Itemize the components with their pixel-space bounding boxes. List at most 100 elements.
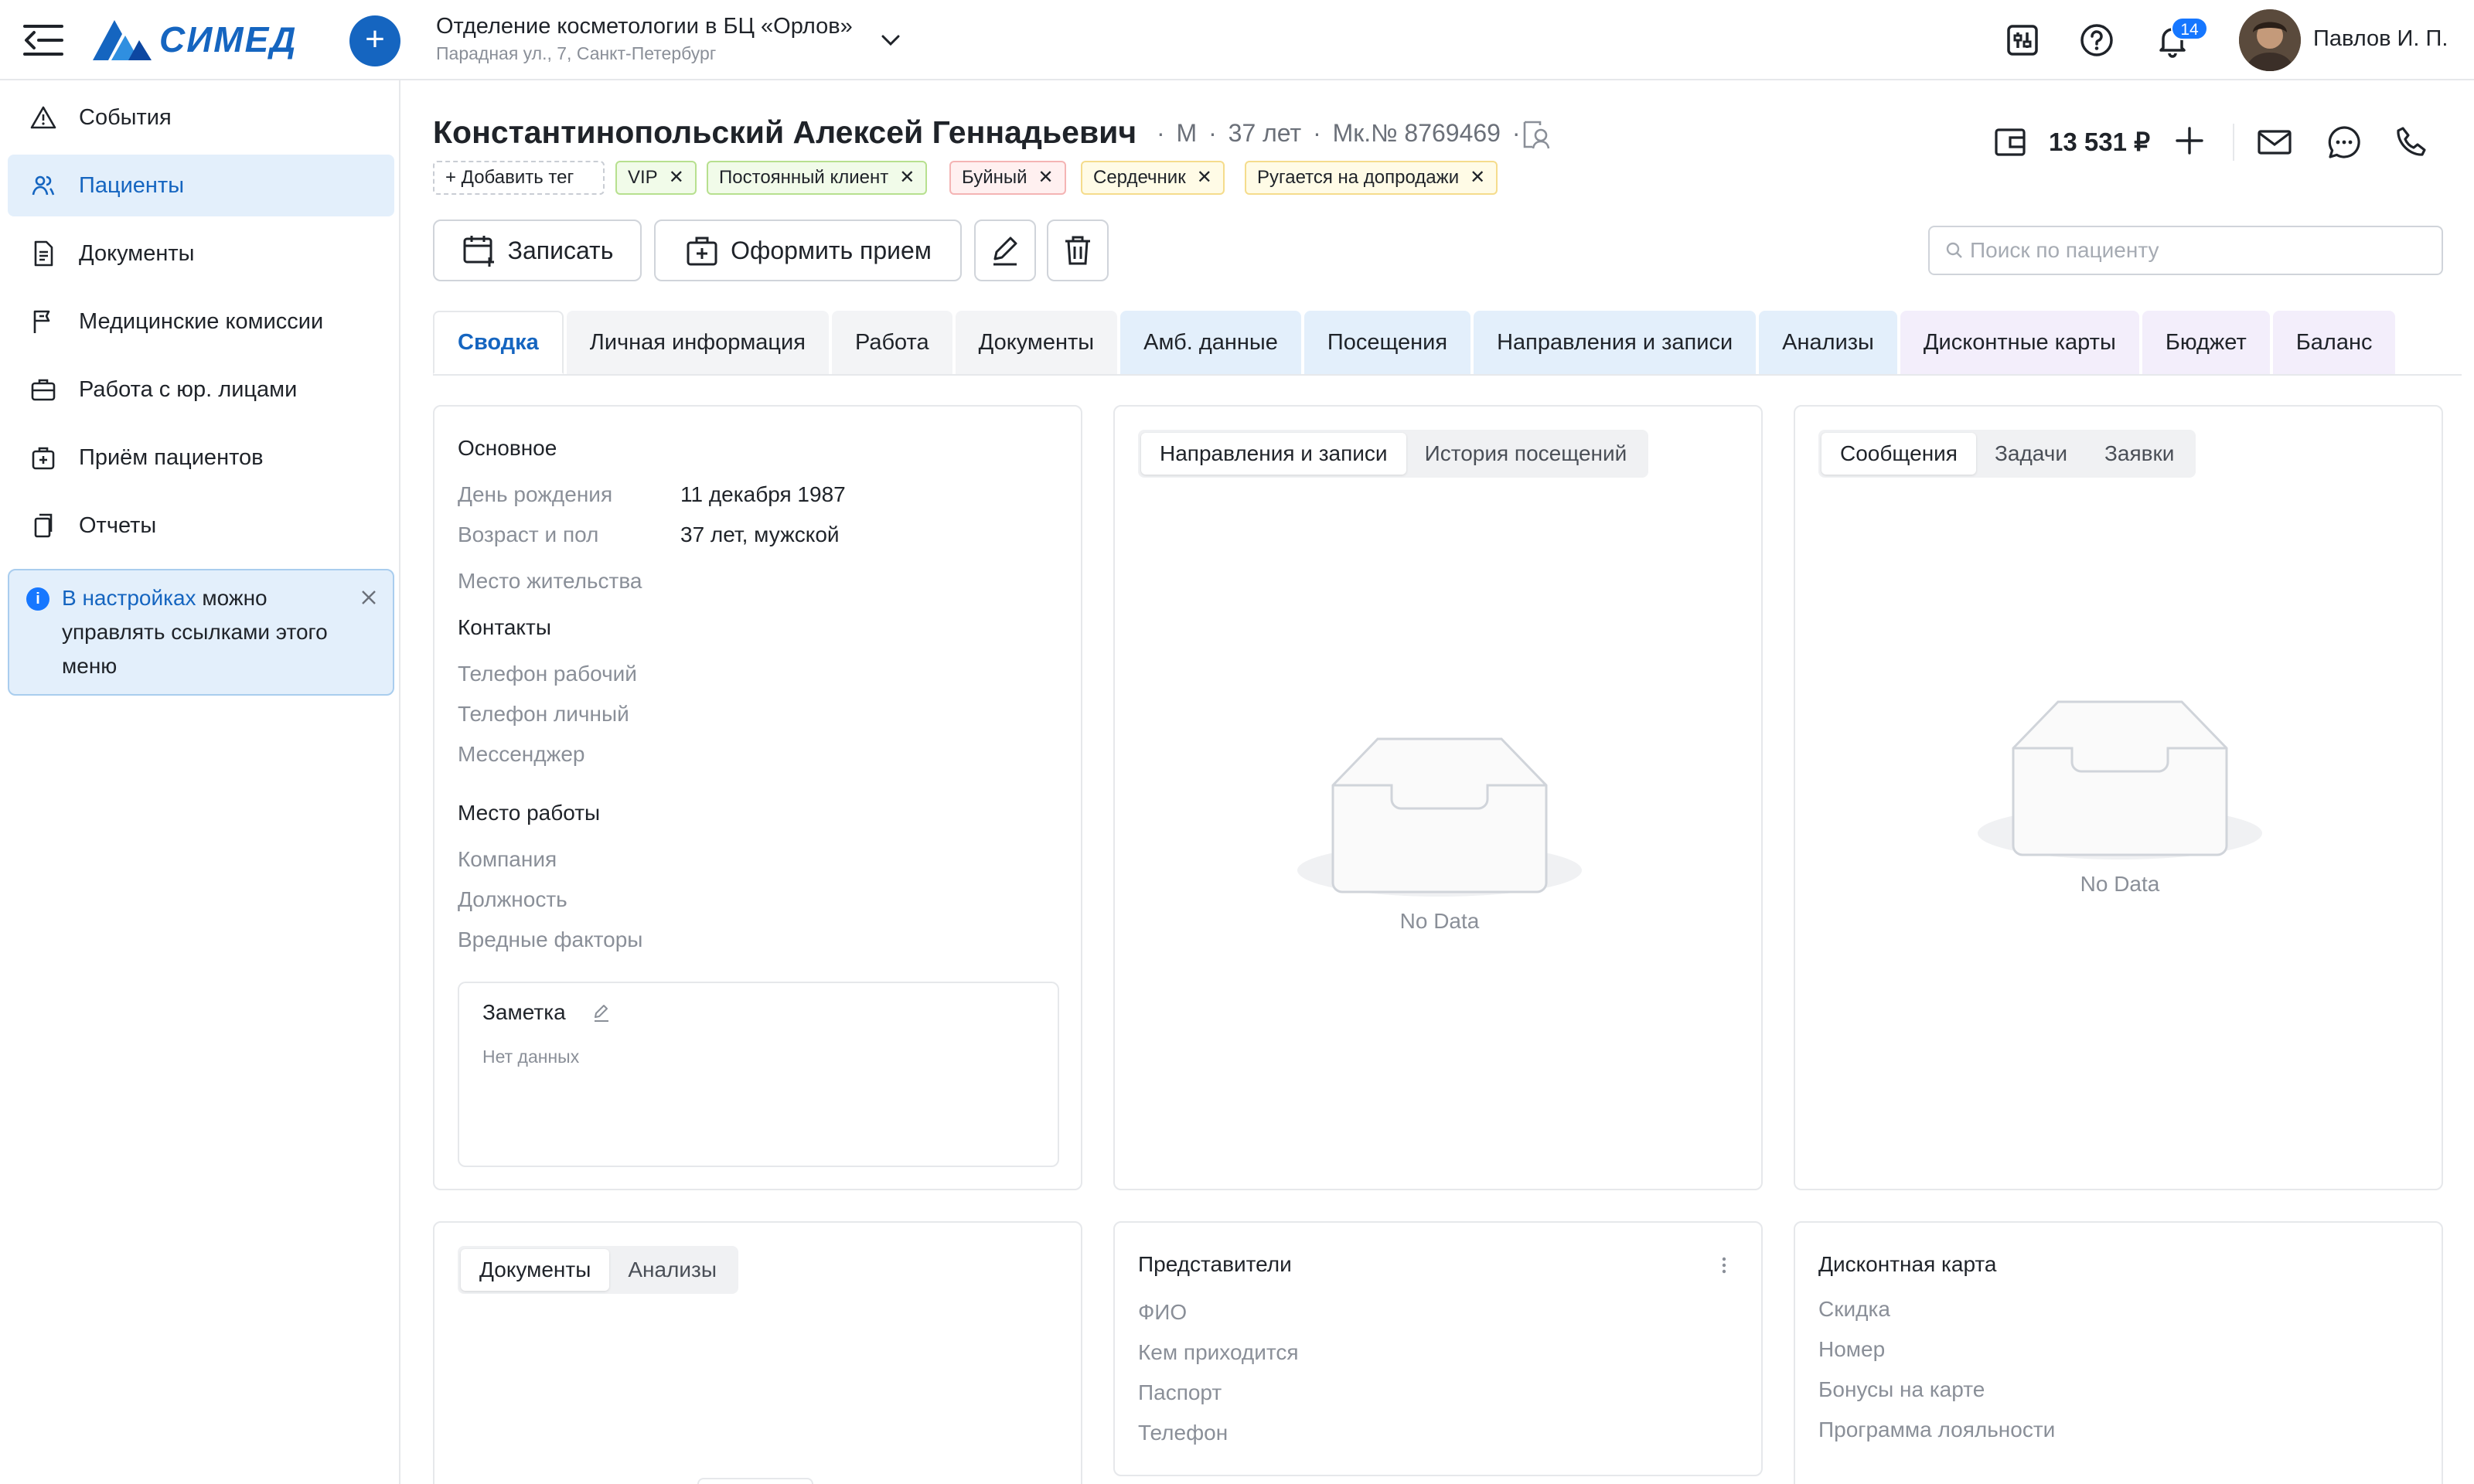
- close-icon[interactable]: ✕: [1197, 167, 1212, 188]
- reception-button[interactable]: Оформить прием: [654, 220, 962, 281]
- seg-referrals[interactable]: Направления и записи: [1141, 433, 1406, 475]
- seg-visit-history[interactable]: История посещений: [1406, 433, 1646, 475]
- personal-phone-label: Телефон личный: [458, 702, 629, 726]
- record-button[interactable]: Записать: [433, 220, 642, 281]
- close-icon[interactable]: ✕: [899, 167, 915, 188]
- tab-work[interactable]: Работа: [831, 311, 952, 374]
- discount-label: Скидка: [1818, 1297, 1890, 1321]
- tab-personal-info[interactable]: Личная информация: [566, 311, 829, 374]
- discount-title: Дисконтная карта: [1818, 1252, 1997, 1276]
- avatar[interactable]: [2239, 9, 2301, 71]
- add-tag-button[interactable]: + Добавить тег: [433, 161, 605, 195]
- section-work: Место работы: [458, 801, 601, 825]
- person-search-icon[interactable]: [1520, 117, 1554, 151]
- mail-icon[interactable]: [2256, 124, 2293, 161]
- sidebar-item-label: Медицинские комиссии: [79, 308, 324, 334]
- rep-passport-label: Паспорт: [1138, 1380, 1222, 1404]
- sliders-icon[interactable]: [2004, 22, 2041, 59]
- tab-budget[interactable]: Бюджет: [2142, 311, 2270, 374]
- logo[interactable]: СИМЕД: [91, 17, 323, 62]
- medical-bag-icon: [32, 447, 55, 470]
- empty-state: No Data: [1293, 723, 1586, 934]
- sidebar-item-label: Отчеты: [79, 512, 157, 538]
- patient-balance: 13 531 ₽: [2049, 128, 2151, 156]
- sidebar-item-reports[interactable]: Отчеты: [8, 495, 394, 556]
- search-input[interactable]: [1970, 238, 2434, 263]
- wallet-icon: [1992, 124, 2029, 161]
- seg-tasks[interactable]: Задачи: [1976, 433, 2086, 475]
- no-data-text: No Data: [1399, 909, 1480, 933]
- messenger-label: Мессенджер: [458, 742, 585, 766]
- menu-collapse-icon[interactable]: [23, 23, 63, 57]
- rep-relation-label: Кем приходится: [1138, 1340, 1299, 1364]
- tag-regular-client: Постоянный клиент ✕: [707, 161, 928, 195]
- delete-button[interactable]: [1047, 220, 1109, 281]
- plus-icon[interactable]: [2171, 122, 2208, 159]
- seg-messages[interactable]: Сообщения: [1821, 433, 1976, 475]
- sidebar-item-label: Документы: [79, 240, 195, 266]
- card-number-label: Номер: [1818, 1337, 1886, 1361]
- tab-balance[interactable]: Баланс: [2272, 311, 2396, 374]
- tab-outpatient-data[interactable]: Амб. данные: [1120, 311, 1301, 374]
- chevron-down-icon[interactable]: [878, 28, 903, 53]
- sidebar-item-reception[interactable]: Приём пациентов: [8, 427, 394, 488]
- patient-age: 37 лет: [1228, 119, 1302, 147]
- sidebar-item-patients[interactable]: Пациенты: [8, 155, 394, 216]
- user-name[interactable]: Павлов И. П.: [2313, 26, 2448, 52]
- sidebar-item-label: События: [79, 104, 172, 130]
- birthday-value: 11 декабря 1987: [680, 482, 846, 506]
- clinic-name[interactable]: Отделение косметологии в БЦ «Орлов»: [436, 14, 853, 39]
- phone-icon[interactable]: [2392, 124, 2429, 161]
- patient-search[interactable]: [1928, 226, 2443, 275]
- close-icon[interactable]: [357, 586, 380, 609]
- quick-add-button[interactable]: +: [349, 15, 400, 66]
- tag-violent: Буйный ✕: [949, 161, 1066, 195]
- sidebar-item-events[interactable]: События: [8, 87, 394, 148]
- tag-upsell: Ругается на допродажи ✕: [1245, 161, 1498, 195]
- empty-state: No Data: [1973, 686, 2267, 897]
- tab-analyses[interactable]: Анализы: [1759, 311, 1897, 374]
- sidebar-item-commissions[interactable]: Медицинские комиссии: [8, 291, 394, 352]
- patient-name: Константинопольский Алексей Геннадьевич: [433, 114, 1137, 150]
- more-vertical-icon[interactable]: [1715, 1254, 1733, 1277]
- close-icon[interactable]: ✕: [1038, 167, 1054, 188]
- referrals-card: Направления и записи История посещений N…: [1113, 405, 1763, 1190]
- tag-heart: Сердечник ✕: [1081, 161, 1225, 195]
- logo-mark-icon: [93, 20, 152, 60]
- representatives-card: Представители ФИО Кем приходится Паспорт…: [1113, 1221, 1763, 1476]
- top-header: СИМЕД + Отделение косметологии в БЦ «Орл…: [0, 0, 2474, 80]
- alert-triangle-icon: [30, 106, 56, 129]
- briefcase-icon: [31, 379, 56, 401]
- seg-analyses[interactable]: Анализы: [609, 1249, 735, 1291]
- edit-button[interactable]: [974, 220, 1036, 281]
- trash-icon: [1065, 236, 1090, 265]
- patient-tabs: Сводка Личная информация Работа Документ…: [433, 311, 2462, 376]
- tab-documents[interactable]: Документы: [955, 311, 1118, 374]
- patient-sex: М: [1176, 119, 1198, 147]
- age-sex-value: 37 лет, мужской: [680, 522, 840, 546]
- discount-card: Дисконтная карта Скидка Номер Бонусы на …: [1794, 1221, 2443, 1484]
- sidebar-item-legal[interactable]: Работа с юр. лицами: [8, 359, 394, 420]
- sidebar: События Пациенты Документы Медицинские к…: [0, 80, 400, 1484]
- close-icon[interactable]: ✕: [669, 167, 684, 188]
- tab-summary[interactable]: Сводка: [433, 311, 564, 374]
- tab-referrals[interactable]: Направления и записи: [1474, 311, 1757, 374]
- sidebar-item-label: Пациенты: [79, 172, 185, 198]
- settings-link[interactable]: В настройках: [62, 586, 196, 610]
- documents-segmented: Документы Анализы: [458, 1246, 738, 1294]
- pencil-icon[interactable]: [591, 1002, 612, 1023]
- medical-bag-icon: [687, 237, 717, 266]
- tab-visits[interactable]: Посещения: [1303, 311, 1471, 374]
- close-icon[interactable]: ✕: [1470, 167, 1485, 188]
- flag-icon: [33, 310, 50, 333]
- help-icon[interactable]: [2078, 22, 2115, 59]
- sidebar-item-documents[interactable]: Документы: [8, 223, 394, 284]
- seg-requests[interactable]: Заявки: [2086, 433, 2193, 475]
- pencil-icon: [993, 237, 1017, 266]
- company-label: Компания: [458, 847, 557, 871]
- seg-documents[interactable]: Документы: [461, 1249, 610, 1291]
- chat-icon[interactable]: [2326, 124, 2363, 161]
- empty-box-icon: [1297, 737, 1582, 897]
- sidebar-item-label: Приём пациентов: [79, 444, 264, 470]
- tab-discount-cards[interactable]: Дисконтные карты: [1900, 311, 2139, 374]
